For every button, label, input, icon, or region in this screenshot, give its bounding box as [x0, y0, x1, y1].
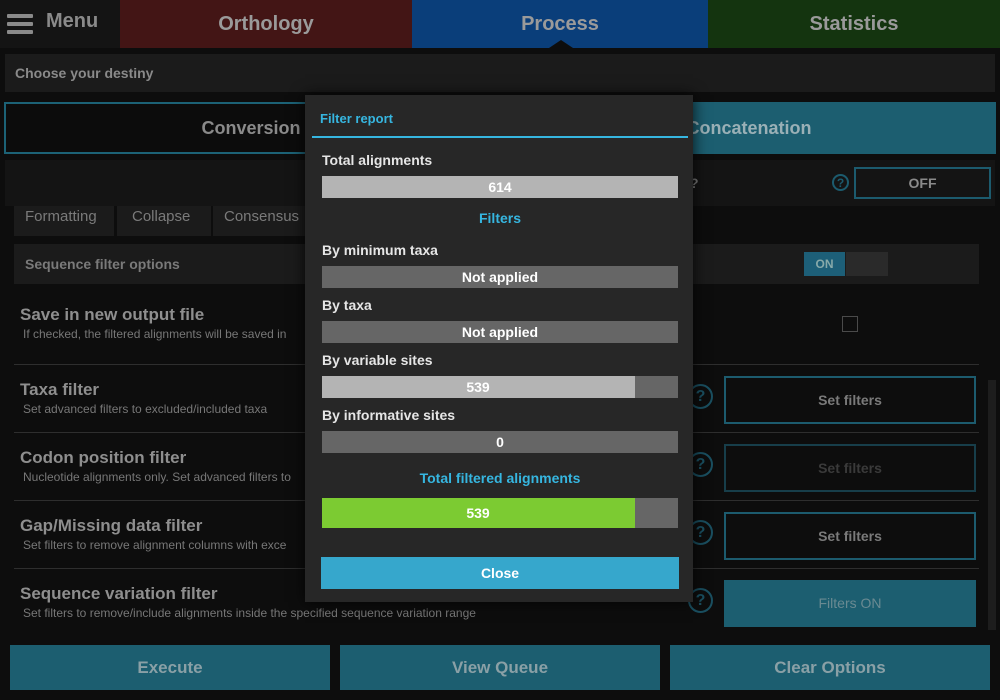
taxa-filter-desc: Set advanced filters to excluded/include… — [23, 402, 268, 416]
filter-value: Not applied — [461, 324, 539, 340]
codon-filter-desc: Nucleotide alignments only. Set advanced… — [23, 470, 291, 484]
save-output-desc: If checked, the filtered alignments will… — [23, 327, 287, 341]
total-alignments-label: Total alignments — [322, 152, 433, 168]
filter-label: By informative sites — [322, 407, 456, 423]
filter-label: By minimum taxa — [322, 242, 438, 258]
menu-button[interactable]: Menu — [0, 0, 120, 48]
total-filtered-heading: Total filtered alignments — [419, 470, 581, 486]
total-alignments-value: 614 — [488, 179, 512, 195]
dialog-title-underline — [312, 136, 688, 138]
filter-value: Not applied — [461, 269, 539, 285]
destiny-bar — [5, 54, 995, 92]
hamburger-icon — [7, 14, 33, 34]
execute-button[interactable]: Execute — [10, 645, 330, 690]
tab-consensus[interactable]: Consensus — [213, 206, 308, 236]
save-output-title: Save in new output file — [20, 305, 205, 324]
gap-filter-title: Gap/Missing data filter — [20, 516, 203, 535]
sequence-filter-options-label: Sequence filter options — [25, 256, 180, 272]
filters-on-button[interactable]: Filters ON — [724, 580, 976, 627]
taxa-filter-title: Taxa filter — [20, 380, 100, 399]
tab-statistics[interactable]: Statistics — [708, 0, 1000, 48]
destiny-label: Choose your destiny — [15, 65, 154, 81]
tab-collapse[interactable]: Collapse — [117, 206, 211, 236]
filter-label: By variable sites — [322, 352, 433, 368]
filter-label: By taxa — [322, 297, 372, 313]
sequence-variation-title: Sequence variation filter — [20, 584, 218, 603]
tab-orthology[interactable]: Orthology — [120, 0, 412, 48]
off-toggle-button[interactable]: OFF — [854, 167, 991, 199]
toggle-off-knob[interactable] — [846, 252, 888, 276]
dialog-title: Filter report — [320, 111, 393, 126]
gap-set-filters-button[interactable]: Set filters — [724, 512, 976, 560]
gap-filter-desc: Set filters to remove alignment columns … — [23, 538, 287, 552]
toggle-on-label[interactable]: ON — [804, 252, 845, 276]
taxa-set-filters-button[interactable]: Set filters — [724, 376, 976, 424]
help-icon[interactable]: ? — [832, 174, 849, 191]
filter-value: 0 — [496, 434, 504, 450]
codon-set-filters-button[interactable]: Set filters — [724, 444, 976, 492]
close-button[interactable]: Close — [321, 557, 679, 589]
codon-filter-title: Codon position filter — [20, 448, 187, 467]
filters-heading: Filters — [478, 210, 521, 226]
scrollbar[interactable] — [988, 380, 996, 630]
clear-options-button[interactable]: Clear Options — [670, 645, 990, 690]
sequence-variation-desc: Set filters to remove/include alignments… — [23, 606, 476, 620]
menu-label: Menu — [46, 10, 99, 32]
tab-formatting[interactable]: Formatting — [14, 206, 114, 236]
view-queue-button[interactable]: View Queue — [340, 645, 660, 690]
filter-value: 539 — [466, 379, 490, 395]
save-output-checkbox[interactable] — [842, 316, 858, 332]
active-tab-indicator — [549, 40, 573, 48]
total-filtered-value: 539 — [466, 505, 490, 521]
